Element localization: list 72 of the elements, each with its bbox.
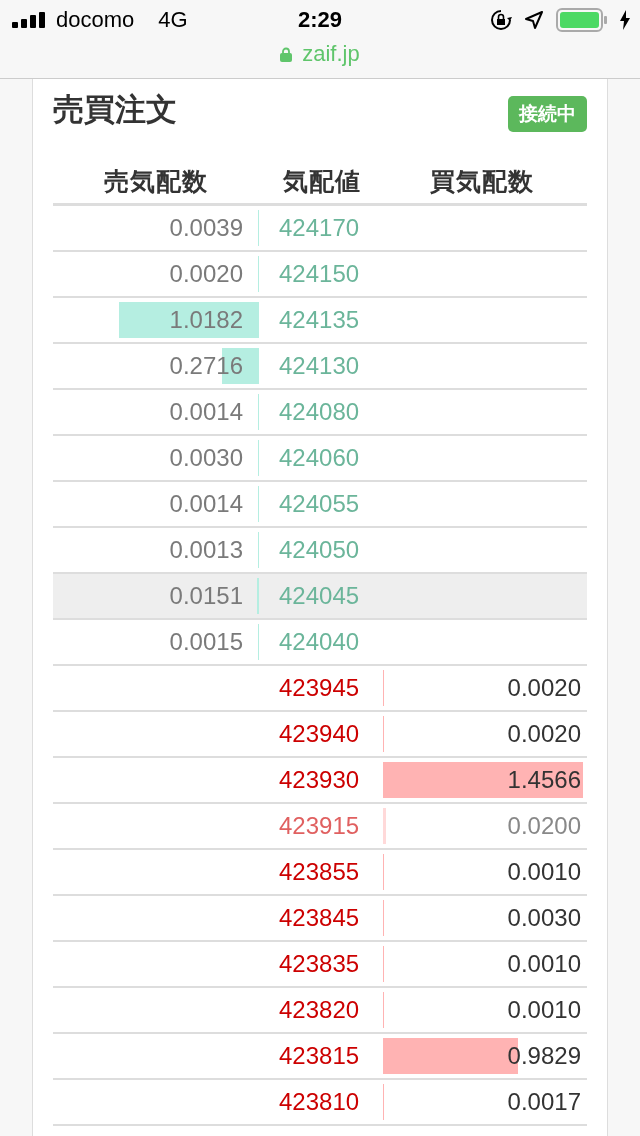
price: 423820: [279, 996, 360, 1023]
clock-time: 2:29: [296, 7, 343, 33]
price: 423855: [279, 858, 360, 885]
ask-quantity: 0.0030: [169, 444, 243, 472]
price: 424150: [279, 260, 360, 287]
bid-quantity: 0.0010: [507, 858, 581, 886]
order-row[interactable]: 423845 0.0030: [53, 896, 587, 942]
order-row[interactable]: 0.0151 424045: [53, 574, 587, 620]
rotation-lock-icon: [490, 9, 512, 31]
ask-quantity: 0.0014: [169, 490, 243, 518]
ask-quantity: 0.0015: [169, 628, 243, 656]
order-row[interactable]: 0.0039 424170: [53, 206, 587, 252]
order-row[interactable]: 0.0015 424040: [53, 620, 587, 666]
bid-quantity: 1.4566: [507, 766, 581, 794]
order-row[interactable]: 0.0020 424150: [53, 252, 587, 298]
price: 424055: [279, 490, 360, 517]
carrier-name: docomo: [56, 7, 135, 33]
order-row[interactable]: 423855 0.0010: [53, 850, 587, 896]
location-arrow-icon: [524, 10, 544, 30]
network-type: 4G: [158, 7, 188, 33]
order-row[interactable]: 423945 0.0020: [53, 666, 587, 712]
ask-quantity: 1.0182: [169, 306, 243, 334]
price: 424170: [279, 214, 360, 241]
price: 423945: [279, 674, 360, 701]
price: 423835: [279, 950, 360, 977]
order-row[interactable]: 423915 0.0200: [53, 804, 587, 850]
order-row[interactable]: 0.0014 424080: [53, 390, 587, 436]
charging-bolt-icon: [620, 10, 630, 30]
order-row[interactable]: 1.0182 424135: [53, 298, 587, 344]
order-row[interactable]: 423810 0.0017: [53, 1080, 587, 1126]
ask-quantity: 0.0013: [169, 536, 243, 564]
price: 424135: [279, 306, 360, 333]
volume-bar: [256, 578, 259, 614]
ask-quantity: 0.0020: [169, 260, 243, 288]
order-row[interactable]: 423820 0.0010: [53, 988, 587, 1034]
column-header: 買気配数: [429, 165, 535, 197]
price: 424130: [279, 352, 360, 379]
price: 423845: [279, 904, 360, 931]
bid-quantity: 0.0020: [507, 674, 581, 702]
price: 424040: [279, 628, 360, 655]
ask-quantity: 0.0014: [169, 398, 243, 426]
price: 424045: [279, 582, 360, 609]
price: 423915: [279, 812, 360, 839]
price: 423930: [279, 766, 360, 793]
price: 423940: [279, 720, 360, 747]
bid-quantity: 0.0030: [507, 904, 581, 932]
price: 423810: [279, 1088, 360, 1115]
order-row[interactable]: 423835 0.0010: [53, 942, 587, 988]
order-row[interactable]: 0.0030 424060: [53, 436, 587, 482]
bid-quantity: 0.0010: [507, 996, 581, 1024]
order-row[interactable]: 0.0014 424055: [53, 482, 587, 528]
bid-quantity: 0.0010: [507, 950, 581, 978]
lock-icon: [280, 46, 293, 62]
column-header: 売気配数: [103, 165, 209, 197]
bid-quantity: 0.0017: [507, 1088, 581, 1116]
order-row[interactable]: 423930 1.4566: [53, 758, 587, 804]
ask-quantity: 0.0151: [169, 582, 243, 610]
panel-title: 売買注文: [53, 91, 177, 129]
price: 424060: [279, 444, 360, 471]
bid-quantity: 0.0200: [507, 812, 581, 840]
connection-status-badge: 接続中: [508, 96, 587, 132]
battery-icon: [556, 8, 608, 32]
bid-quantity: 0.9829: [507, 1042, 581, 1070]
volume-bar: [383, 808, 386, 844]
order-row[interactable]: 423940 0.0020: [53, 712, 587, 758]
price: 424080: [279, 398, 360, 425]
ask-quantity: 0.0039: [169, 214, 243, 242]
order-row[interactable]: 423815 0.9829: [53, 1034, 587, 1080]
price: 423815: [279, 1042, 360, 1069]
column-header: 気配値: [282, 165, 362, 197]
price: 424050: [279, 536, 360, 563]
bid-quantity: 0.0020: [507, 720, 581, 748]
